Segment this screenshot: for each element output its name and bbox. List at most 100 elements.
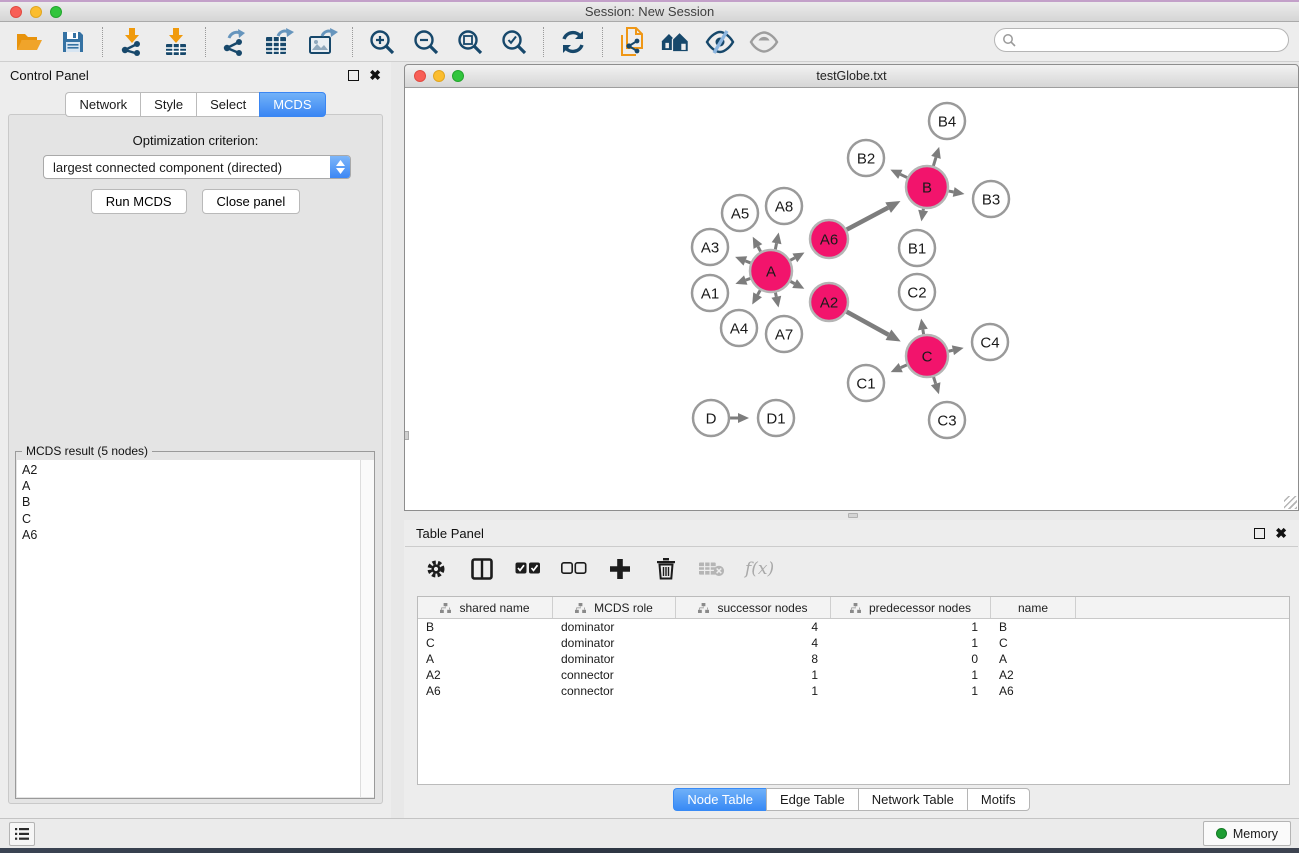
first-neighbors-icon[interactable] bbox=[661, 27, 691, 57]
graph-node-D[interactable]: D bbox=[693, 400, 729, 436]
graph-node-A5[interactable]: A5 bbox=[722, 195, 758, 231]
edge-B-B4[interactable] bbox=[933, 157, 936, 166]
graph-node-C[interactable]: C bbox=[906, 335, 948, 377]
tab-mcds[interactable]: MCDS bbox=[259, 92, 325, 117]
show-all-icon[interactable] bbox=[749, 27, 779, 57]
result-list-item[interactable]: C bbox=[22, 511, 354, 527]
export-image-icon[interactable] bbox=[308, 27, 338, 57]
clone-network-icon[interactable] bbox=[617, 27, 647, 57]
graph-node-A1[interactable]: A1 bbox=[692, 275, 728, 311]
edge-A-A5[interactable] bbox=[758, 247, 761, 252]
function-builder-icon[interactable]: f(x) bbox=[745, 559, 774, 579]
graph-node-A[interactable]: A bbox=[750, 250, 792, 292]
edge-B-B2[interactable] bbox=[900, 174, 907, 177]
export-network-icon[interactable] bbox=[220, 27, 250, 57]
criterion-dropdown[interactable]: largest connected component (directed) bbox=[43, 155, 351, 179]
network-canvas[interactable]: B4 B2 B B3 A8A5 A6 B1 A3 A A1 C2 A2 A4A7 C4 C C1 C3 D D1 bbox=[405, 88, 1298, 510]
import-table-icon[interactable] bbox=[161, 27, 191, 57]
graph-node-B3[interactable]: B3 bbox=[973, 181, 1009, 217]
search-input[interactable] bbox=[994, 28, 1289, 52]
graph-node-A2[interactable]: A2 bbox=[810, 283, 848, 321]
tab-edge-table[interactable]: Edge Table bbox=[766, 788, 858, 811]
horizontal-splitter[interactable] bbox=[404, 511, 1299, 520]
run-mcds-button[interactable]: Run MCDS bbox=[91, 189, 187, 214]
close-panel-icon[interactable]: ✖ bbox=[369, 70, 381, 81]
result-list-item[interactable]: A6 bbox=[22, 527, 354, 543]
save-icon[interactable] bbox=[58, 27, 88, 57]
add-column-icon[interactable] bbox=[607, 556, 633, 582]
edge-C-C2[interactable] bbox=[923, 330, 924, 335]
table-row[interactable]: Cdominator41C bbox=[418, 635, 1289, 651]
graph-node-A4[interactable]: A4 bbox=[721, 310, 757, 346]
graph-node-A8[interactable]: A8 bbox=[766, 188, 802, 224]
open-folder-icon[interactable] bbox=[14, 27, 44, 57]
edge-A2-C[interactable] bbox=[847, 312, 889, 335]
close-panel-button[interactable]: Close panel bbox=[202, 189, 301, 214]
edge-A-A3[interactable] bbox=[745, 261, 750, 263]
tab-network[interactable]: Network bbox=[65, 92, 140, 117]
zoom-fit-icon[interactable] bbox=[455, 27, 485, 57]
edge-A-A8[interactable] bbox=[775, 243, 776, 249]
tab-network-table[interactable]: Network Table bbox=[858, 788, 967, 811]
close-table-panel-icon[interactable]: ✖ bbox=[1275, 528, 1287, 539]
show-columns-icon[interactable] bbox=[469, 556, 495, 582]
tab-motifs[interactable]: Motifs bbox=[967, 788, 1030, 811]
graph-node-C4[interactable]: C4 bbox=[972, 324, 1008, 360]
result-list-item[interactable]: A bbox=[22, 478, 354, 494]
delete-table-icon[interactable] bbox=[699, 556, 725, 582]
result-scrollbar[interactable] bbox=[360, 460, 374, 797]
deselect-all-checkboxes-icon[interactable] bbox=[561, 556, 587, 582]
column-header-predecessor-nodes[interactable]: predecessor nodes bbox=[831, 597, 991, 618]
zoom-selected-icon[interactable] bbox=[499, 27, 529, 57]
edge-A-A1[interactable] bbox=[746, 278, 751, 280]
import-network-icon[interactable] bbox=[117, 27, 147, 57]
edge-A-A6[interactable] bbox=[790, 258, 795, 261]
table-row[interactable]: A6connector11A6 bbox=[418, 683, 1289, 699]
tab-select[interactable]: Select bbox=[196, 92, 259, 117]
graph-node-B2[interactable]: B2 bbox=[848, 140, 884, 176]
result-list-item[interactable]: A2 bbox=[22, 462, 354, 478]
edge-C-C3[interactable] bbox=[934, 377, 936, 384]
zoom-out-icon[interactable] bbox=[411, 27, 441, 57]
network-window-titlebar[interactable]: testGlobe.txt bbox=[405, 65, 1298, 88]
column-settings-gear-icon[interactable] bbox=[423, 556, 449, 582]
column-header-shared-name[interactable]: shared name bbox=[418, 597, 553, 618]
graph-node-A7[interactable]: A7 bbox=[766, 316, 802, 352]
edge-A-A2[interactable] bbox=[790, 281, 794, 283]
graph-node-A6[interactable]: A6 bbox=[810, 220, 848, 258]
canvas-splitter-handle[interactable] bbox=[405, 431, 409, 440]
edge-A-A7[interactable] bbox=[775, 293, 776, 297]
result-list-item[interactable]: B bbox=[22, 494, 354, 510]
graph-node-C3[interactable]: C3 bbox=[929, 402, 965, 438]
zoom-in-icon[interactable] bbox=[367, 27, 397, 57]
table-row[interactable]: Adominator80A bbox=[418, 651, 1289, 667]
edge-B-B3[interactable] bbox=[949, 191, 954, 192]
export-table-icon[interactable] bbox=[264, 27, 294, 57]
column-header-name[interactable]: name bbox=[991, 597, 1076, 618]
edge-A-A4[interactable] bbox=[758, 290, 761, 295]
graph-node-C2[interactable]: C2 bbox=[899, 274, 935, 310]
graph-node-B1[interactable]: B1 bbox=[899, 230, 935, 266]
edge-A6-B[interactable] bbox=[847, 208, 888, 230]
float-panel-icon[interactable] bbox=[348, 70, 359, 81]
resize-grip[interactable] bbox=[1284, 496, 1297, 509]
edge-C-C4[interactable] bbox=[948, 350, 952, 351]
column-header-successor-nodes[interactable]: successor nodes bbox=[676, 597, 831, 618]
graph-node-B[interactable]: B bbox=[906, 166, 948, 208]
memory-button[interactable]: Memory bbox=[1203, 821, 1291, 846]
column-header-MCDS-role[interactable]: MCDS role bbox=[553, 597, 676, 618]
task-history-button[interactable] bbox=[9, 822, 35, 846]
float-table-panel-icon[interactable] bbox=[1254, 528, 1265, 539]
graph-node-B4[interactable]: B4 bbox=[929, 103, 965, 139]
select-all-checkboxes-icon[interactable] bbox=[515, 556, 541, 582]
graph-node-C1[interactable]: C1 bbox=[848, 365, 884, 401]
graph-node-A3[interactable]: A3 bbox=[692, 229, 728, 265]
edge-C-C1[interactable] bbox=[901, 365, 907, 368]
tab-node-table[interactable]: Node Table bbox=[673, 788, 766, 811]
hide-selected-icon[interactable] bbox=[705, 27, 735, 57]
table-row[interactable]: A2connector11A2 bbox=[418, 667, 1289, 683]
tab-style[interactable]: Style bbox=[140, 92, 196, 117]
refresh-layout-icon[interactable] bbox=[558, 27, 588, 57]
graph-node-D1[interactable]: D1 bbox=[758, 400, 794, 436]
delete-column-trash-icon[interactable] bbox=[653, 556, 679, 582]
